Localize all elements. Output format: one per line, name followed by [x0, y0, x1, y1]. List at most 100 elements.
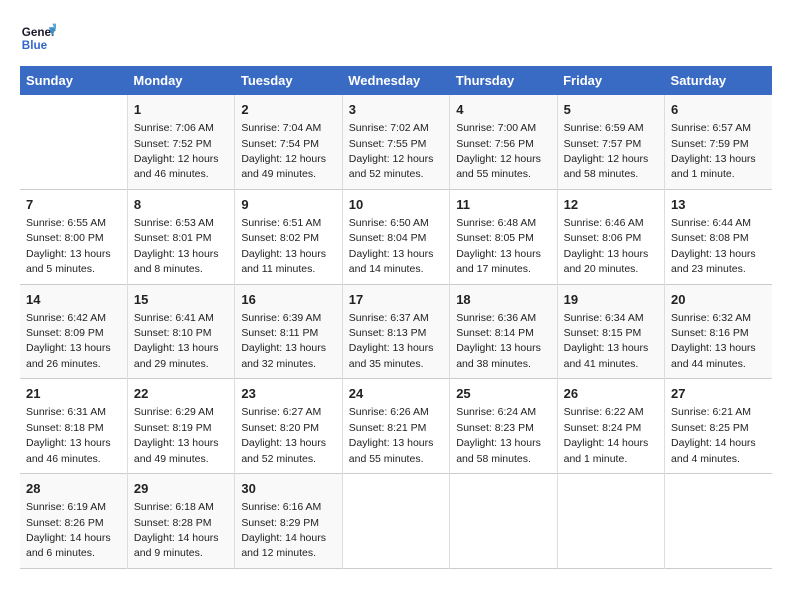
- day-cell: 29 Sunrise: 6:18 AM Sunset: 8:28 PM Dayli…: [127, 474, 234, 569]
- calendar-table: SundayMondayTuesdayWednesdayThursdayFrid…: [20, 66, 772, 569]
- day-number: 2: [241, 101, 335, 119]
- day-info: Sunrise: 6:24 AM Sunset: 8:23 PM Dayligh…: [456, 406, 541, 464]
- day-cell: 25 Sunrise: 6:24 AM Sunset: 8:23 PM Dayli…: [450, 379, 557, 474]
- day-number: 6: [671, 101, 766, 119]
- day-cell: [557, 474, 664, 569]
- day-info: Sunrise: 7:02 AM Sunset: 7:55 PM Dayligh…: [349, 122, 434, 180]
- day-number: 15: [134, 291, 228, 309]
- week-row-4: 21 Sunrise: 6:31 AM Sunset: 8:18 PM Dayli…: [20, 379, 772, 474]
- day-info: Sunrise: 6:57 AM Sunset: 7:59 PM Dayligh…: [671, 122, 756, 180]
- day-cell: 9Sunrise: 6:51 AM Sunset: 8:02 PM Daylig…: [235, 189, 342, 284]
- day-cell: 23 Sunrise: 6:27 AM Sunset: 8:20 PM Dayli…: [235, 379, 342, 474]
- day-cell: 12 Sunrise: 6:46 AM Sunset: 8:06 PM Dayli…: [557, 189, 664, 284]
- day-number: 17: [349, 291, 443, 309]
- svg-text:Blue: Blue: [22, 39, 48, 52]
- day-info: Sunrise: 6:27 AM Sunset: 8:20 PM Dayligh…: [241, 406, 326, 464]
- day-info: Sunrise: 7:04 AM Sunset: 7:54 PM Dayligh…: [241, 122, 326, 180]
- day-cell: [450, 474, 557, 569]
- day-number: 20: [671, 291, 766, 309]
- col-header-friday: Friday: [557, 66, 664, 95]
- day-number: 16: [241, 291, 335, 309]
- day-cell: 28Sunrise: 6:19 AM Sunset: 8:26 PM Dayli…: [20, 474, 127, 569]
- day-cell: 11 Sunrise: 6:48 AM Sunset: 8:05 PM Dayli…: [450, 189, 557, 284]
- day-info: Sunrise: 6:59 AM Sunset: 7:57 PM Dayligh…: [564, 122, 649, 180]
- day-number: 19: [564, 291, 658, 309]
- day-cell: 21 Sunrise: 6:31 AM Sunset: 8:18 PM Dayli…: [20, 379, 127, 474]
- week-row-3: 14 Sunrise: 6:42 AM Sunset: 8:09 PM Dayli…: [20, 284, 772, 379]
- day-info: Sunrise: 6:31 AM Sunset: 8:18 PM Dayligh…: [26, 406, 111, 464]
- day-info: Sunrise: 6:37 AM Sunset: 8:13 PM Dayligh…: [349, 312, 434, 370]
- day-cell: 22 Sunrise: 6:29 AM Sunset: 8:19 PM Dayli…: [127, 379, 234, 474]
- day-number: 30: [241, 480, 335, 498]
- day-number: 13: [671, 196, 766, 214]
- week-row-2: 7 Sunrise: 6:55 AM Sunset: 8:00 PM Daylig…: [20, 189, 772, 284]
- day-number: 24: [349, 385, 443, 403]
- day-info: Sunrise: 6:55 AM Sunset: 8:00 PM Dayligh…: [26, 217, 111, 275]
- day-info: Sunrise: 6:50 AM Sunset: 8:04 PM Dayligh…: [349, 217, 434, 275]
- day-cell: 4 Sunrise: 7:00 AM Sunset: 7:56 PM Daylig…: [450, 95, 557, 189]
- col-header-saturday: Saturday: [665, 66, 772, 95]
- day-number: 21: [26, 385, 121, 403]
- day-cell: 2 Sunrise: 7:04 AM Sunset: 7:54 PM Daylig…: [235, 95, 342, 189]
- day-number: 10: [349, 196, 443, 214]
- day-cell: 16 Sunrise: 6:39 AM Sunset: 8:11 PM Dayli…: [235, 284, 342, 379]
- logo: General Blue: [20, 20, 60, 56]
- day-number: 26: [564, 385, 658, 403]
- day-cell: [20, 95, 127, 189]
- day-info: Sunrise: 6:39 AM Sunset: 8:11 PM Dayligh…: [241, 312, 326, 370]
- day-info: Sunrise: 6:29 AM Sunset: 8:19 PM Dayligh…: [134, 406, 219, 464]
- day-info: Sunrise: 6:44 AM Sunset: 8:08 PM Dayligh…: [671, 217, 756, 275]
- col-header-tuesday: Tuesday: [235, 66, 342, 95]
- day-info: Sunrise: 6:48 AM Sunset: 8:05 PM Dayligh…: [456, 217, 541, 275]
- day-cell: 6 Sunrise: 6:57 AM Sunset: 7:59 PM Daylig…: [665, 95, 772, 189]
- day-number: 5: [564, 101, 658, 119]
- day-number: 11: [456, 196, 550, 214]
- day-info: Sunrise: 6:32 AM Sunset: 8:16 PM Dayligh…: [671, 312, 756, 370]
- day-info: Sunrise: 6:53 AM Sunset: 8:01 PM Dayligh…: [134, 217, 219, 275]
- day-info: Sunrise: 7:06 AM Sunset: 7:52 PM Dayligh…: [134, 122, 219, 180]
- day-number: 25: [456, 385, 550, 403]
- day-number: 18: [456, 291, 550, 309]
- day-info: Sunrise: 6:36 AM Sunset: 8:14 PM Dayligh…: [456, 312, 541, 370]
- day-info: Sunrise: 6:22 AM Sunset: 8:24 PM Dayligh…: [564, 406, 649, 464]
- col-header-thursday: Thursday: [450, 66, 557, 95]
- day-number: 3: [349, 101, 443, 119]
- day-cell: [665, 474, 772, 569]
- day-number: 8: [134, 196, 228, 214]
- day-cell: 19Sunrise: 6:34 AM Sunset: 8:15 PM Dayli…: [557, 284, 664, 379]
- day-cell: [342, 474, 449, 569]
- logo-icon: General Blue: [20, 20, 56, 56]
- day-number: 4: [456, 101, 550, 119]
- day-number: 7: [26, 196, 121, 214]
- day-info: Sunrise: 6:16 AM Sunset: 8:29 PM Dayligh…: [241, 501, 326, 559]
- col-header-sunday: Sunday: [20, 66, 127, 95]
- day-number: 22: [134, 385, 228, 403]
- day-cell: 8 Sunrise: 6:53 AM Sunset: 8:01 PM Daylig…: [127, 189, 234, 284]
- day-number: 23: [241, 385, 335, 403]
- day-cell: 10 Sunrise: 6:50 AM Sunset: 8:04 PM Dayli…: [342, 189, 449, 284]
- day-info: Sunrise: 6:42 AM Sunset: 8:09 PM Dayligh…: [26, 312, 111, 370]
- day-info: Sunrise: 6:19 AM Sunset: 8:26 PM Dayligh…: [26, 501, 111, 559]
- day-info: Sunrise: 6:18 AM Sunset: 8:28 PM Dayligh…: [134, 501, 219, 559]
- day-cell: 27Sunrise: 6:21 AM Sunset: 8:25 PM Dayli…: [665, 379, 772, 474]
- day-number: 12: [564, 196, 658, 214]
- day-cell: 26 Sunrise: 6:22 AM Sunset: 8:24 PM Dayli…: [557, 379, 664, 474]
- day-cell: 30 Sunrise: 6:16 AM Sunset: 8:29 PM Dayli…: [235, 474, 342, 569]
- day-cell: 7 Sunrise: 6:55 AM Sunset: 8:00 PM Daylig…: [20, 189, 127, 284]
- day-cell: 3 Sunrise: 7:02 AM Sunset: 7:55 PM Daylig…: [342, 95, 449, 189]
- day-info: Sunrise: 6:21 AM Sunset: 8:25 PM Dayligh…: [671, 406, 756, 464]
- day-cell: 24Sunrise: 6:26 AM Sunset: 8:21 PM Dayli…: [342, 379, 449, 474]
- day-cell: 15Sunrise: 6:41 AM Sunset: 8:10 PM Dayli…: [127, 284, 234, 379]
- day-cell: 14 Sunrise: 6:42 AM Sunset: 8:09 PM Dayli…: [20, 284, 127, 379]
- day-cell: 5 Sunrise: 6:59 AM Sunset: 7:57 PM Daylig…: [557, 95, 664, 189]
- day-number: 29: [134, 480, 228, 498]
- day-info: Sunrise: 6:46 AM Sunset: 8:06 PM Dayligh…: [564, 217, 649, 275]
- day-number: 14: [26, 291, 121, 309]
- header-row: SundayMondayTuesdayWednesdayThursdayFrid…: [20, 66, 772, 95]
- day-cell: 13 Sunrise: 6:44 AM Sunset: 8:08 PM Dayli…: [665, 189, 772, 284]
- col-header-wednesday: Wednesday: [342, 66, 449, 95]
- col-header-monday: Monday: [127, 66, 234, 95]
- day-cell: 1Sunrise: 7:06 AM Sunset: 7:52 PM Daylig…: [127, 95, 234, 189]
- day-info: Sunrise: 7:00 AM Sunset: 7:56 PM Dayligh…: [456, 122, 541, 180]
- day-info: Sunrise: 6:51 AM Sunset: 8:02 PM Dayligh…: [241, 217, 326, 275]
